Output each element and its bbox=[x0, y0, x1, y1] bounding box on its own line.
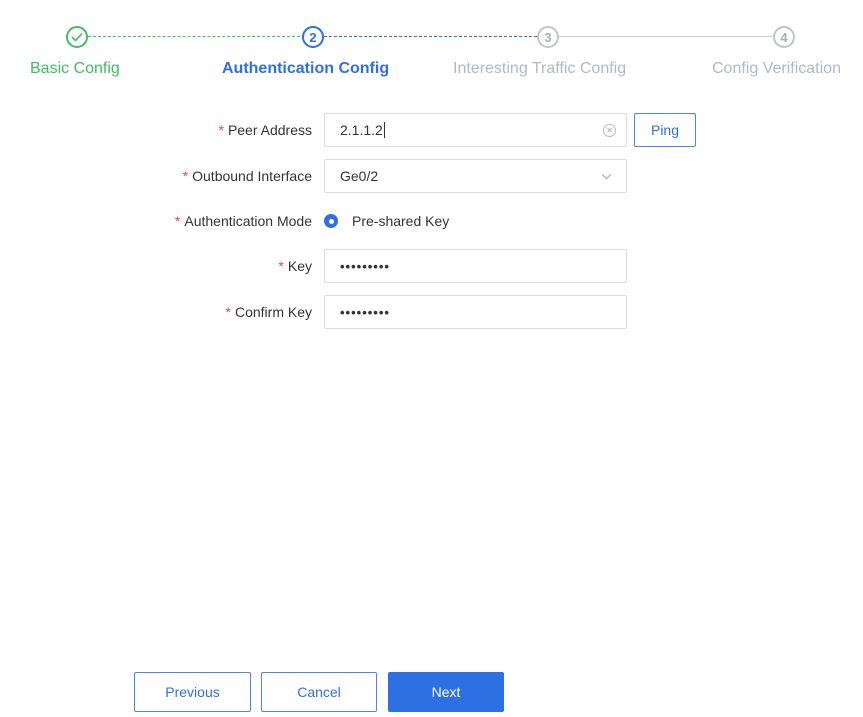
key-masked-value: ••••••••• bbox=[340, 258, 390, 274]
ping-button[interactable]: Ping bbox=[634, 113, 696, 147]
required-mark: * bbox=[174, 213, 181, 229]
peer-address-input[interactable]: 2.1.1.2 ✕ bbox=[324, 113, 627, 147]
step-1-check-icon bbox=[66, 26, 88, 48]
auth-mode-label-text: Authentication Mode bbox=[184, 213, 312, 229]
chevron-down-icon bbox=[601, 173, 612, 180]
required-mark: * bbox=[182, 168, 189, 184]
required-mark: * bbox=[225, 304, 231, 320]
auth-mode-row: * Authentication Mode Pre-shared Key bbox=[0, 204, 863, 238]
previous-button[interactable]: Previous bbox=[134, 672, 251, 712]
outbound-interface-row: * Outbound Interface Ge0/2 bbox=[0, 159, 863, 193]
step-4-title: Config Verification bbox=[712, 60, 841, 77]
outbound-interface-value: Ge0/2 bbox=[340, 168, 379, 184]
step-4-number: 4 bbox=[773, 26, 795, 48]
confirm-key-label-text: Confirm Key bbox=[234, 304, 312, 320]
radio-selected-icon[interactable] bbox=[324, 214, 338, 228]
peer-address-row: * Peer Address 2.1.1.2 ✕ Ping bbox=[0, 113, 863, 147]
cancel-button[interactable]: Cancel bbox=[261, 672, 377, 712]
peer-address-value: 2.1.1.2 bbox=[340, 122, 383, 138]
text-caret bbox=[383, 122, 385, 138]
confirm-key-masked-value: ••••••••• bbox=[340, 304, 390, 320]
confirm-key-password-input[interactable]: ••••••••• bbox=[324, 295, 627, 329]
step-connector-2 bbox=[324, 36, 537, 37]
pre-shared-key-radio-option[interactable]: Pre-shared Key bbox=[324, 204, 449, 238]
key-password-input[interactable]: ••••••••• bbox=[324, 249, 627, 283]
step-3-title: Interesting Traffic Config bbox=[453, 60, 627, 77]
outbound-interface-label: * Outbound Interface bbox=[183, 159, 312, 193]
next-button[interactable]: Next bbox=[388, 672, 504, 712]
step-connector-3 bbox=[559, 36, 772, 37]
step-2-title: Authentication Config bbox=[222, 60, 390, 77]
confirm-key-label: * Confirm Key bbox=[226, 295, 312, 329]
key-label: * Key bbox=[278, 249, 312, 283]
confirm-key-row: * Confirm Key ••••••••• bbox=[0, 295, 863, 329]
step-3-number: 3 bbox=[537, 26, 559, 48]
key-label-text: Key bbox=[287, 258, 312, 274]
required-mark: * bbox=[218, 122, 224, 138]
clear-icon[interactable]: ✕ bbox=[603, 124, 616, 137]
outbound-interface-label-text: Outbound Interface bbox=[192, 168, 312, 184]
key-row: * Key ••••••••• bbox=[0, 249, 863, 283]
peer-address-label: * Peer Address bbox=[218, 113, 312, 147]
step-2-number: 2 bbox=[302, 26, 324, 48]
vpn-config-wizard: 2 3 4 Basic Config Authentication Config… bbox=[0, 0, 863, 717]
step-1-title: Basic Config bbox=[30, 60, 120, 77]
step-connector-1 bbox=[88, 36, 300, 37]
wizard-stepper: 2 3 4 Basic Config Authentication Config… bbox=[0, 0, 863, 90]
peer-address-label-text: Peer Address bbox=[227, 122, 312, 138]
outbound-interface-select[interactable]: Ge0/2 bbox=[324, 159, 627, 193]
required-mark: * bbox=[278, 258, 284, 274]
pre-shared-key-label: Pre-shared Key bbox=[352, 213, 450, 229]
auth-mode-label: * Authentication Mode bbox=[175, 204, 312, 238]
